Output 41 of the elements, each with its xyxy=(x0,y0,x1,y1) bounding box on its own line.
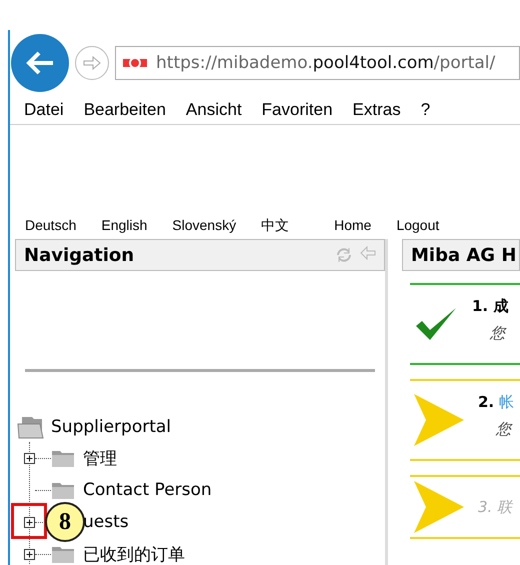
site-icon xyxy=(122,56,148,70)
folders-icon xyxy=(17,415,45,439)
menu-item[interactable]: Datei xyxy=(24,100,64,120)
folder-icon xyxy=(51,544,75,564)
arrow-right-icon xyxy=(414,394,464,446)
tree-item[interactable]: Supplierportal xyxy=(51,417,172,437)
checkmark-icon xyxy=(414,306,458,342)
folder-icon xyxy=(51,480,75,500)
tree-item[interactable]: Contact Person xyxy=(83,480,212,500)
forward-button[interactable] xyxy=(75,46,109,80)
tree-item[interactable]: 管理 xyxy=(83,446,117,470)
arrow-right-icon xyxy=(83,56,101,70)
arrow-left-icon xyxy=(25,50,55,76)
top-link[interactable]: 中文 xyxy=(261,217,290,235)
menu-item[interactable]: Favoriten xyxy=(262,100,333,120)
step-number: 2. xyxy=(478,393,494,411)
top-link[interactable]: Deutsch xyxy=(25,217,76,235)
top-link[interactable]: Logout xyxy=(396,217,440,235)
arrow-right-icon xyxy=(414,481,464,533)
folder-icon xyxy=(51,448,75,468)
top-link[interactable]: Home xyxy=(334,217,372,235)
menu-item[interactable]: Extras xyxy=(352,100,401,120)
menu-item[interactable]: Ansicht xyxy=(186,100,242,120)
step-description: 您 xyxy=(494,420,514,439)
panel-title: Miba AG H xyxy=(411,244,516,266)
step-title: 1. 成 xyxy=(472,297,508,316)
menu-item[interactable]: ? xyxy=(420,100,430,120)
expand-icon[interactable] xyxy=(24,452,35,464)
panel-title: Navigation xyxy=(24,244,134,266)
step-title: 3. 联 xyxy=(478,498,512,516)
address-bar[interactable]: https://mibademo.pool4tool.com/portal/ xyxy=(115,46,520,80)
tree-item[interactable]: uests xyxy=(83,512,129,532)
top-link[interactable]: Slovenský xyxy=(172,217,236,235)
tree-item[interactable]: 已收到的订单 xyxy=(83,542,185,565)
expand-icon[interactable] xyxy=(24,548,35,560)
top-link[interactable]: English xyxy=(101,217,148,235)
expand-icon[interactable] xyxy=(24,516,35,528)
url-text: https://mibademo.pool4tool.com/portal/ xyxy=(156,53,496,73)
callout-badge: 8 xyxy=(45,502,85,542)
step-description: 您 xyxy=(488,324,508,343)
menu-item[interactable]: Bearbeiten xyxy=(84,100,166,120)
